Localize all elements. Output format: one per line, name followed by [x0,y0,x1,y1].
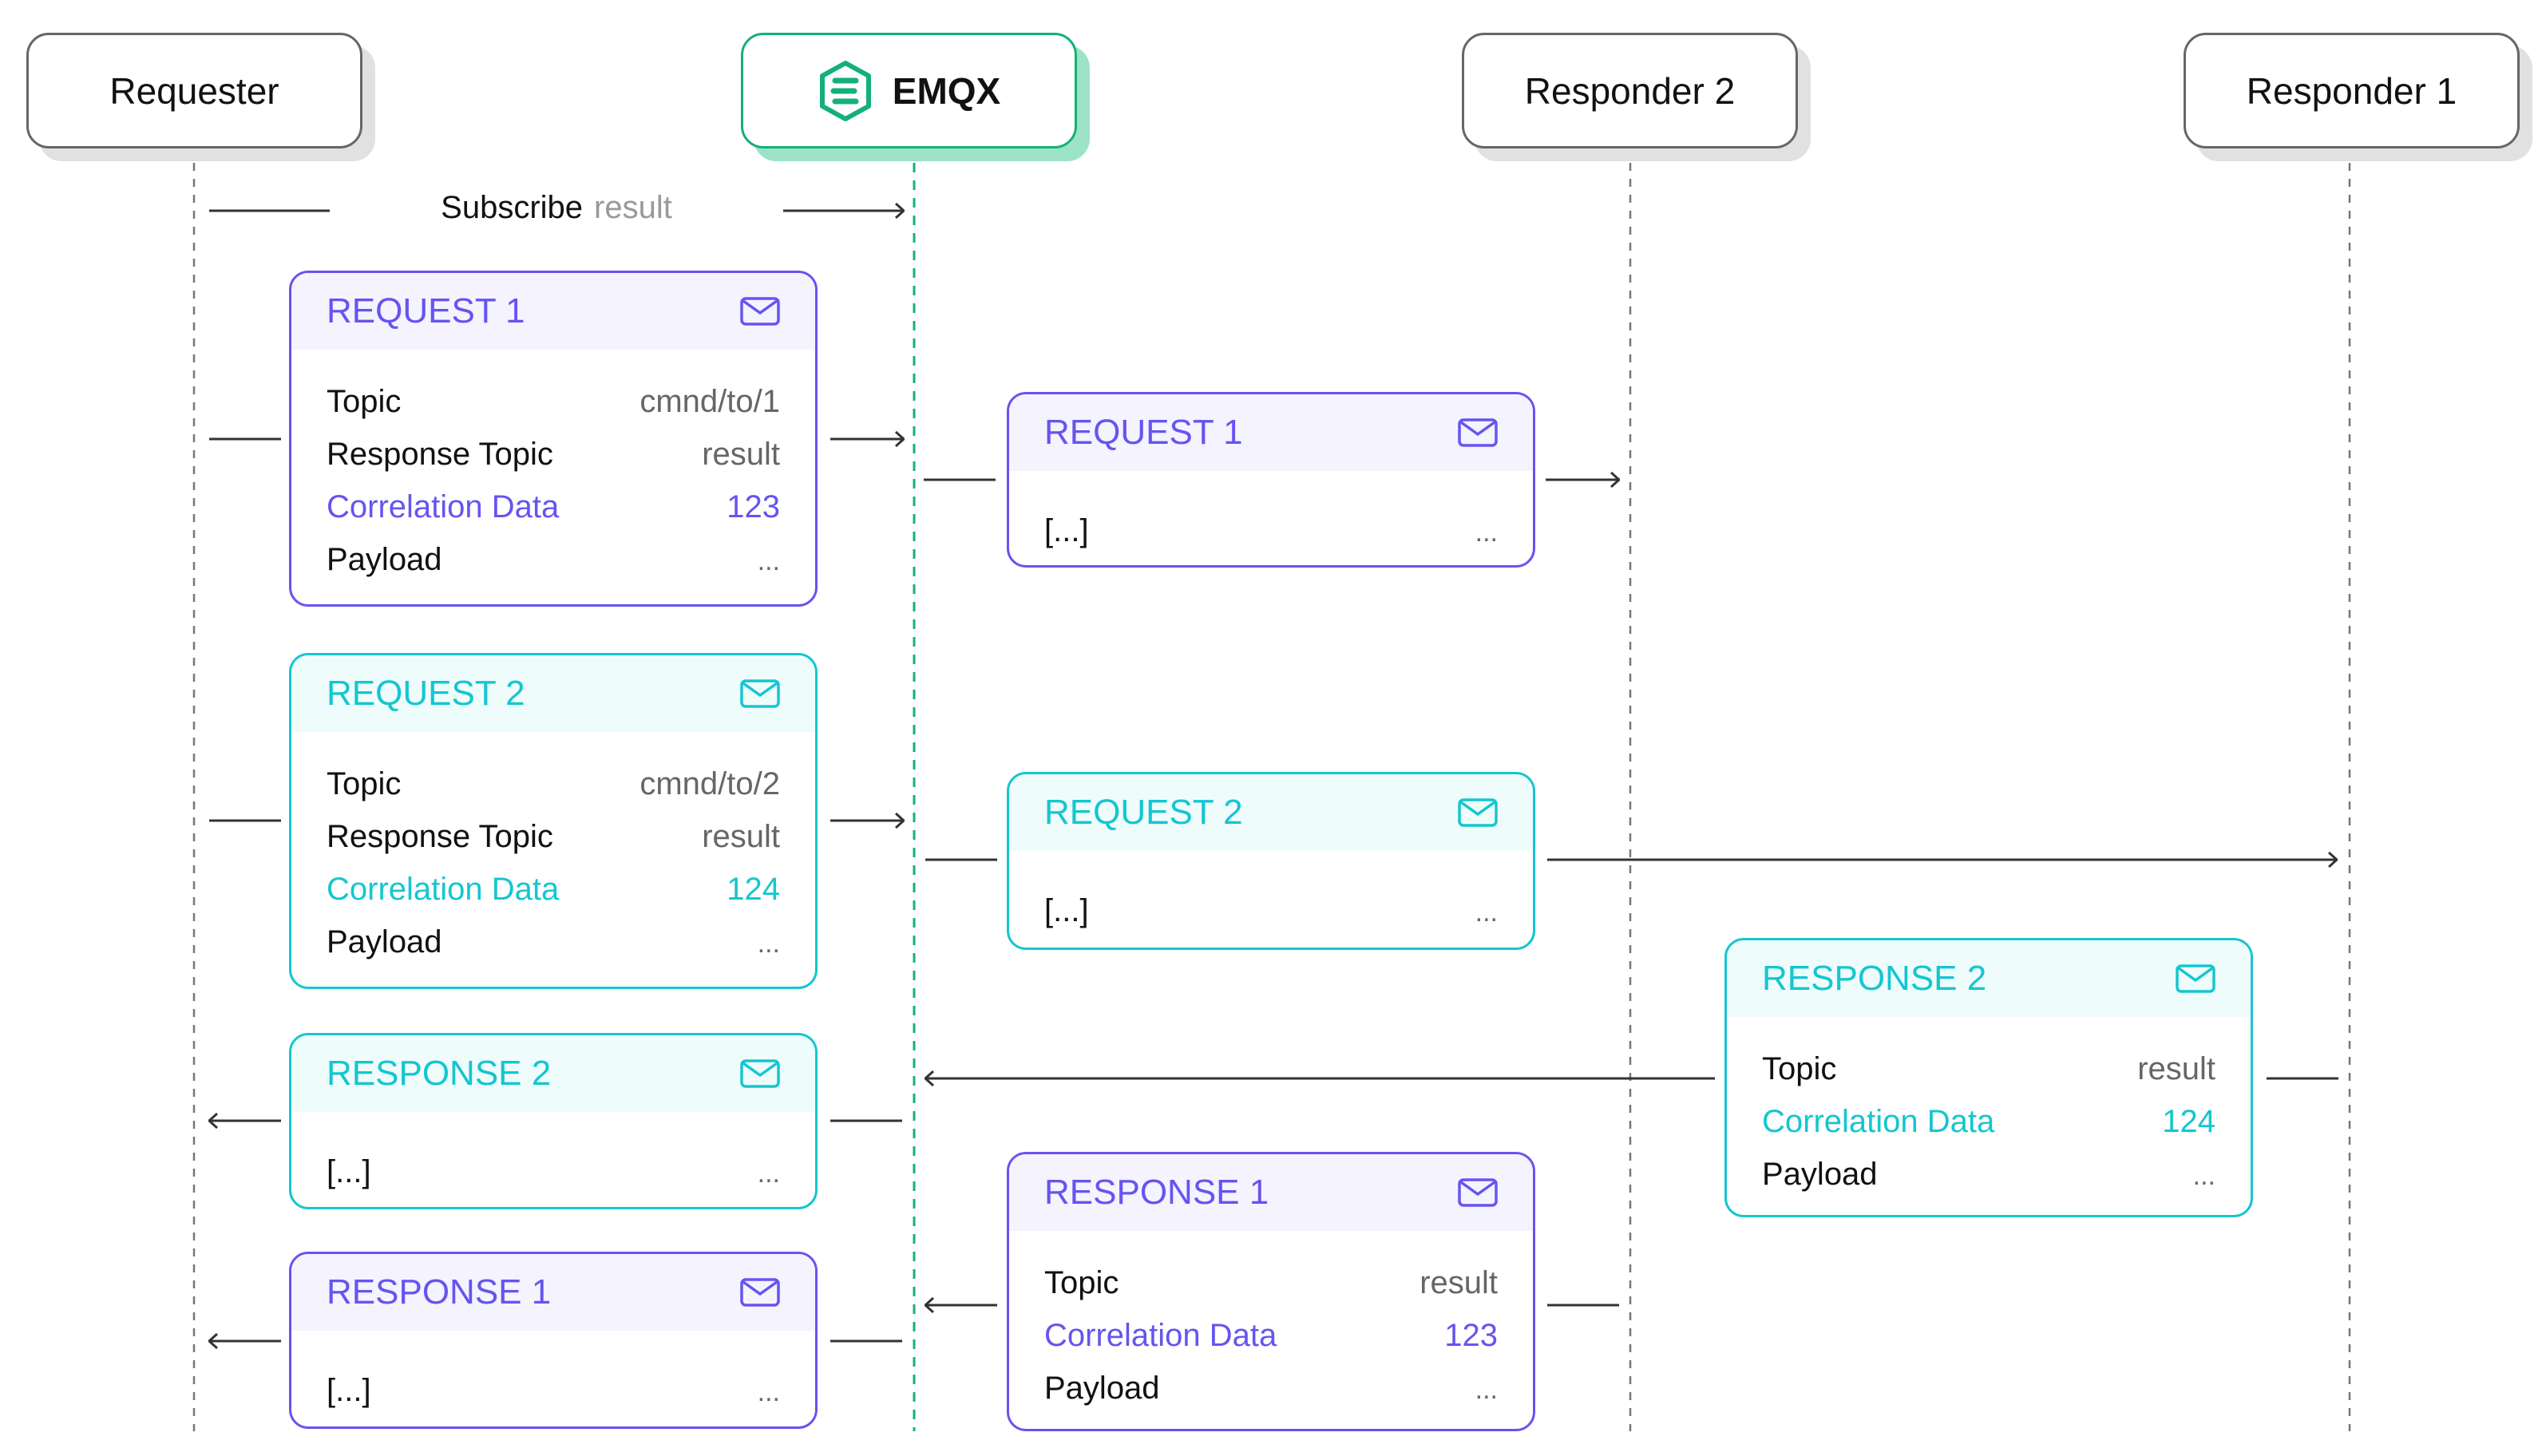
field-value: 124 [2162,1104,2215,1139]
envelope-icon [1458,1178,1498,1207]
field-summary: [...]... [1044,876,1498,939]
field-summary: [...]... [327,1356,780,1418]
actor-responder1: Responder 1 [2184,33,2520,148]
field-value: result [702,437,780,472]
field-summary-ellipsis: ... [757,1377,780,1407]
actor-requester: Requester [26,33,362,148]
field-label: Response Topic [327,819,553,854]
field-payload: Payload... [327,533,780,588]
field-label: Correlation Data [1044,1318,1277,1353]
field-summary: [...]... [327,1138,780,1200]
field-summary-text: [...] [327,1373,371,1408]
card-header: REQUEST 1 [1009,394,1533,471]
message-card-request2: REQUEST 2 Topic cmnd/to/2 Response Topic r… [289,653,818,989]
field-value: ... [1475,1375,1498,1405]
card-title: RESPONSE 1 [1044,1173,1269,1212]
field-topic: Topic result [1044,1256,1498,1309]
card-header: RESPONSE 2 [291,1035,815,1112]
emqx-logo-icon [819,60,871,121]
card-header: REQUEST 2 [291,655,815,732]
field-value: ... [2192,1161,2215,1191]
field-summary-text: [...] [1044,893,1089,928]
field-label: Response Topic [327,437,553,472]
field-value: 123 [1444,1318,1498,1353]
field-label: Topic [327,766,402,801]
actor-emqx-label: EMQX [892,69,1001,112]
field-summary-ellipsis: ... [757,1158,780,1189]
card-title: REQUEST 1 [327,291,525,330]
field-label: Payload [1044,1371,1160,1406]
field-value: ... [757,546,780,576]
field-correlation-data: Correlation Data 124 [327,863,780,916]
card-header: RESPONSE 1 [1009,1154,1533,1231]
card-title: REQUEST 1 [1044,413,1243,452]
subscribe-message: Subscribe result [330,190,783,226]
field-payload: Payload... [1044,1362,1498,1416]
message-card-response2: RESPONSE 2 Topic result Correlation Data 1… [1724,938,2253,1217]
field-value: result [2137,1051,2215,1086]
field-payload: Payload... [327,916,780,970]
field-summary-ellipsis: ... [1475,517,1498,548]
field-label: Topic [1762,1051,1837,1086]
field-correlation-data: Correlation Data 124 [1762,1095,2215,1148]
actor-responder2: Responder 2 [1462,33,1798,148]
card-header: REQUEST 1 [291,273,815,350]
message-card-request2-forwarded: REQUEST 2 [...]... [1007,772,1535,950]
field-topic: Topic cmnd/to/1 [327,375,780,428]
subscribe-label: Subscribe [441,190,584,225]
field-label: Correlation Data [327,489,560,524]
field-value: cmnd/to/1 [639,384,780,419]
field-response-topic: Response Topic result [327,428,780,481]
envelope-icon [1458,418,1498,447]
card-title: REQUEST 2 [1044,793,1243,832]
field-label: Payload [1762,1157,1878,1192]
card-title: RESPONSE 2 [327,1054,552,1093]
field-value: cmnd/to/2 [639,766,780,801]
field-payload: Payload... [1762,1148,2215,1202]
message-card-response1-forwarded: RESPONSE 1 [...]... [289,1252,818,1429]
card-title: REQUEST 2 [327,674,525,713]
message-card-request1-forwarded: REQUEST 1 [...]... [1007,392,1535,568]
field-label: Payload [327,924,442,959]
envelope-icon [740,297,780,326]
envelope-icon [1458,798,1498,827]
envelope-icon [740,1278,780,1307]
envelope-icon [740,679,780,708]
card-title: RESPONSE 2 [1762,959,1987,998]
field-label: Payload [327,542,442,577]
message-card-response2-forwarded: RESPONSE 2 [...]... [289,1033,818,1209]
field-label: Topic [1044,1265,1119,1300]
field-topic: Topic result [1762,1043,2215,1095]
field-value: result [702,819,780,854]
card-header: RESPONSE 2 [1727,940,2251,1017]
field-topic: Topic cmnd/to/2 [327,758,780,810]
field-label: Topic [327,384,402,419]
subscribe-topic: result [594,190,672,225]
field-correlation-data: Correlation Data 123 [1044,1309,1498,1362]
card-header: RESPONSE 1 [291,1254,815,1331]
message-card-response1: RESPONSE 1 Topic result Correlation Data 1… [1007,1152,1535,1431]
field-correlation-data: Correlation Data 123 [327,481,780,533]
field-summary: [...]... [1044,497,1498,559]
field-response-topic: Response Topic result [327,810,780,863]
message-card-request1: REQUEST 1 Topic cmnd/to/1 Response Topic r… [289,271,818,607]
field-summary-text: [...] [327,1154,371,1189]
field-summary-text: [...] [1044,513,1089,548]
field-summary-ellipsis: ... [1475,897,1498,928]
field-value: result [1420,1265,1498,1300]
field-value: 124 [727,872,780,907]
field-label: Correlation Data [327,872,560,907]
actor-emqx: EMQX [741,33,1077,148]
card-header: REQUEST 2 [1009,774,1533,851]
envelope-icon [740,1059,780,1088]
field-label: Correlation Data [1762,1104,1995,1139]
actor-responder2-label: Responder 2 [1524,69,1736,112]
field-value: ... [757,928,780,959]
actor-requester-label: Requester [109,69,279,112]
card-title: RESPONSE 1 [327,1272,552,1312]
actor-responder1-label: Responder 1 [2246,69,2457,112]
field-value: 123 [727,489,780,524]
envelope-icon [2176,964,2215,993]
